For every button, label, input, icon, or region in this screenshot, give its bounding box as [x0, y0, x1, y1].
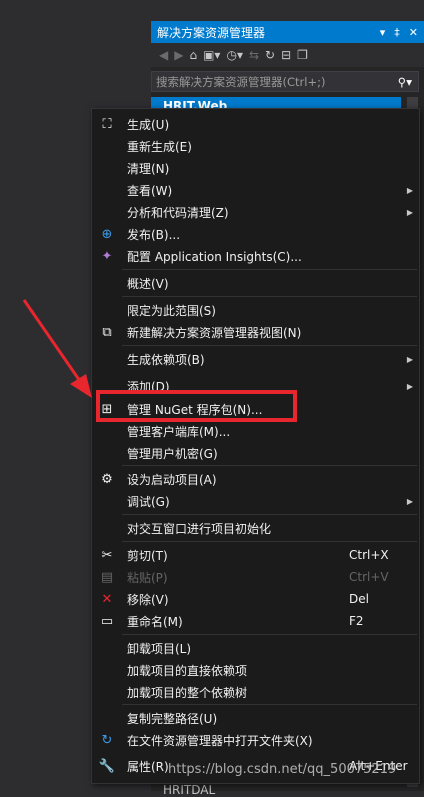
- red-arrow-annotation: [22, 299, 92, 398]
- watermark: https://blog.csdn.net/qq_50075219: [168, 762, 397, 777]
- arrow-head: [70, 374, 92, 398]
- arrow-shaft: [22, 299, 84, 385]
